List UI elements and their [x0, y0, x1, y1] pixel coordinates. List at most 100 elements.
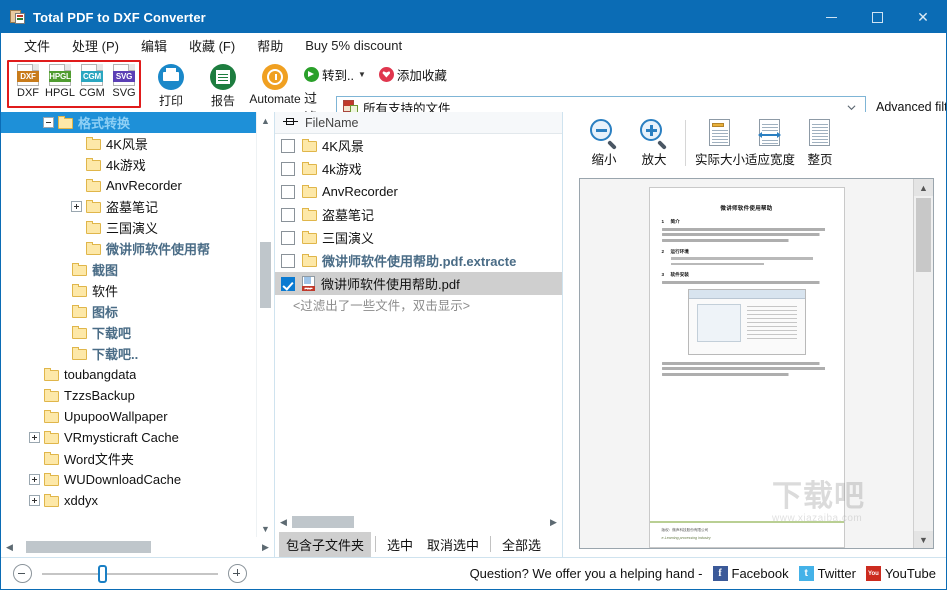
- include-subfolders-button[interactable]: 包含子文件夹: [279, 531, 372, 557]
- file-checkbox[interactable]: [281, 207, 295, 222]
- whole-page-button[interactable]: 整页: [795, 118, 845, 168]
- collapse-icon[interactable]: [43, 117, 54, 128]
- scroll-left-icon[interactable]: ◀: [1, 542, 18, 553]
- file-row[interactable]: 4K风景: [275, 134, 562, 157]
- menu-process[interactable]: 处理 (P): [61, 34, 130, 57]
- tree-node[interactable]: AnvRecorder: [1, 175, 257, 196]
- file-name: 微讲师软件使用帮助.pdf.extracte: [322, 254, 517, 269]
- zoom-increase-button[interactable]: [228, 564, 247, 583]
- close-button[interactable]: ✕: [900, 1, 946, 33]
- chevron-down-icon[interactable]: ▼: [358, 70, 366, 79]
- menu-buy-discount[interactable]: Buy 5% discount: [294, 36, 413, 55]
- file-checkbox[interactable]: [281, 276, 295, 291]
- list-hscroll-thumb[interactable]: [292, 516, 354, 528]
- file-row[interactable]: AnvRecorder: [275, 180, 562, 203]
- preview-vertical-scrollbar[interactable]: ▲ ▼: [913, 179, 933, 548]
- twitter-link[interactable]: t Twitter: [798, 566, 856, 581]
- report-button[interactable]: 报告: [202, 64, 244, 109]
- menu-help[interactable]: 帮助: [246, 34, 294, 57]
- tree-node[interactable]: xddyx: [1, 490, 257, 511]
- tree-node[interactable]: 4k游戏: [1, 154, 257, 175]
- file-checkbox[interactable]: [281, 253, 295, 268]
- menu-file[interactable]: 文件: [13, 34, 61, 57]
- tree-node[interactable]: toubangdata: [1, 364, 257, 385]
- zoom-slider-control[interactable]: [13, 564, 247, 583]
- zoom-out-button[interactable]: 缩小: [579, 118, 629, 168]
- list-hscroll-track[interactable]: [292, 516, 545, 528]
- zoom-slider-thumb[interactable]: [98, 564, 108, 583]
- scroll-down-icon[interactable]: ▼: [257, 520, 274, 537]
- tree-node[interactable]: WUDownloadCache: [1, 469, 257, 490]
- scroll-up-icon[interactable]: ▲: [914, 179, 933, 196]
- scroll-right-icon[interactable]: ▶: [257, 542, 274, 553]
- menu-edit[interactable]: 编辑: [130, 34, 178, 57]
- file-checkbox[interactable]: [281, 138, 295, 153]
- fit-width-button[interactable]: 适应宽度: [745, 118, 795, 168]
- chevron-down-icon[interactable]: [847, 103, 856, 112]
- tree-node[interactable]: UpupooWallpaper: [1, 406, 257, 427]
- tree-node[interactable]: Word文件夹: [1, 448, 257, 469]
- file-checkbox[interactable]: [281, 184, 295, 199]
- tree-node[interactable]: 三国演义: [1, 217, 257, 238]
- text-line: [661, 233, 827, 237]
- tree-scroll-thumb[interactable]: [260, 242, 271, 308]
- maximize-button[interactable]: [854, 1, 900, 33]
- tree-node[interactable]: 截图: [1, 259, 257, 280]
- zoom-decrease-button[interactable]: [13, 564, 32, 583]
- pin-column-icon[interactable]: [283, 117, 299, 129]
- goto-button[interactable]: 转到.. ▼: [304, 65, 366, 84]
- tree-node[interactable]: 下载吧..: [1, 343, 257, 364]
- tree-hscroll-thumb[interactable]: [26, 541, 151, 553]
- preview-scroll-thumb[interactable]: [916, 198, 931, 272]
- tree-horizontal-scrollbar[interactable]: ◀ ▶: [1, 537, 274, 557]
- file-checkbox[interactable]: [281, 230, 295, 245]
- expand-icon[interactable]: [71, 201, 82, 212]
- select-all-button[interactable]: 全部选: [495, 532, 548, 557]
- expand-icon[interactable]: [29, 432, 40, 443]
- filter-note[interactable]: <过滤出了一些文件，双击显示>: [275, 295, 562, 317]
- scroll-up-icon[interactable]: ▲: [257, 112, 274, 129]
- tree-vertical-scrollbar[interactable]: ▲ ▼: [256, 112, 274, 537]
- list-horizontal-scrollbar[interactable]: ◀ ▶: [275, 513, 562, 531]
- youtube-link[interactable]: You YouTube: [865, 566, 936, 581]
- tree-node[interactable]: 软件: [1, 280, 257, 301]
- folder-icon: [44, 368, 59, 381]
- folder-tree[interactable]: 格式转换 4K风景 4k游戏 AnvRecorder 盗墓笔记 三国演义 微讲师软件使用帮截…: [1, 112, 257, 537]
- document-view[interactable]: 微讲师软件使用帮助 1 简介 2 运行环境 3 软件安装 版权：微声科技股份有限…: [579, 178, 934, 549]
- tree-node[interactable]: 微讲师软件使用帮: [1, 238, 257, 259]
- menu-favorites[interactable]: 收藏 (F): [178, 34, 246, 57]
- file-row[interactable]: PDF 微讲师软件使用帮助.pdf: [275, 272, 562, 295]
- deselect-button[interactable]: 取消选中: [420, 532, 486, 557]
- scroll-left-icon[interactable]: ◀: [275, 517, 292, 528]
- file-row[interactable]: 4k游戏: [275, 157, 562, 180]
- tree-node[interactable]: 下载吧: [1, 322, 257, 343]
- expand-icon[interactable]: [29, 474, 40, 485]
- facebook-link[interactable]: f Facebook: [712, 566, 789, 581]
- tree-node[interactable]: 格式转换: [1, 112, 257, 133]
- file-row[interactable]: 微讲师软件使用帮助.pdf.extracte: [275, 249, 562, 272]
- tree-node[interactable]: 图标: [1, 301, 257, 322]
- tree-node[interactable]: TzzsBackup: [1, 385, 257, 406]
- zoom-in-button[interactable]: 放大: [629, 118, 679, 168]
- file-checkbox[interactable]: [281, 161, 295, 176]
- add-favorite-button[interactable]: 添加收藏: [378, 65, 447, 84]
- scroll-down-icon[interactable]: ▼: [914, 531, 933, 548]
- print-button[interactable]: 打印: [150, 64, 192, 109]
- tree-node[interactable]: VRmysticraft Cache: [1, 427, 257, 448]
- tree-node[interactable]: 4K风景: [1, 133, 257, 154]
- file-row[interactable]: 三国演义: [275, 226, 562, 249]
- document-screenshot-figure: [687, 288, 806, 355]
- file-row[interactable]: 盗墓笔记: [275, 203, 562, 226]
- document-footer-en: e-Learning processing industry: [661, 536, 711, 540]
- column-header-filename[interactable]: FileName: [305, 116, 359, 130]
- tree-node[interactable]: 盗墓笔记: [1, 196, 257, 217]
- zoom-slider-track[interactable]: [42, 564, 218, 583]
- tree-hscroll-track[interactable]: [18, 541, 257, 553]
- select-button[interactable]: 选中: [380, 532, 420, 557]
- automate-button[interactable]: Automate: [249, 64, 301, 106]
- minimize-button[interactable]: [808, 1, 854, 33]
- tree-node-label: 格式转换: [78, 116, 131, 131]
- expand-icon[interactable]: [29, 495, 40, 506]
- scroll-right-icon[interactable]: ▶: [545, 517, 562, 528]
- actual-size-button[interactable]: 实际大小: [695, 118, 745, 168]
